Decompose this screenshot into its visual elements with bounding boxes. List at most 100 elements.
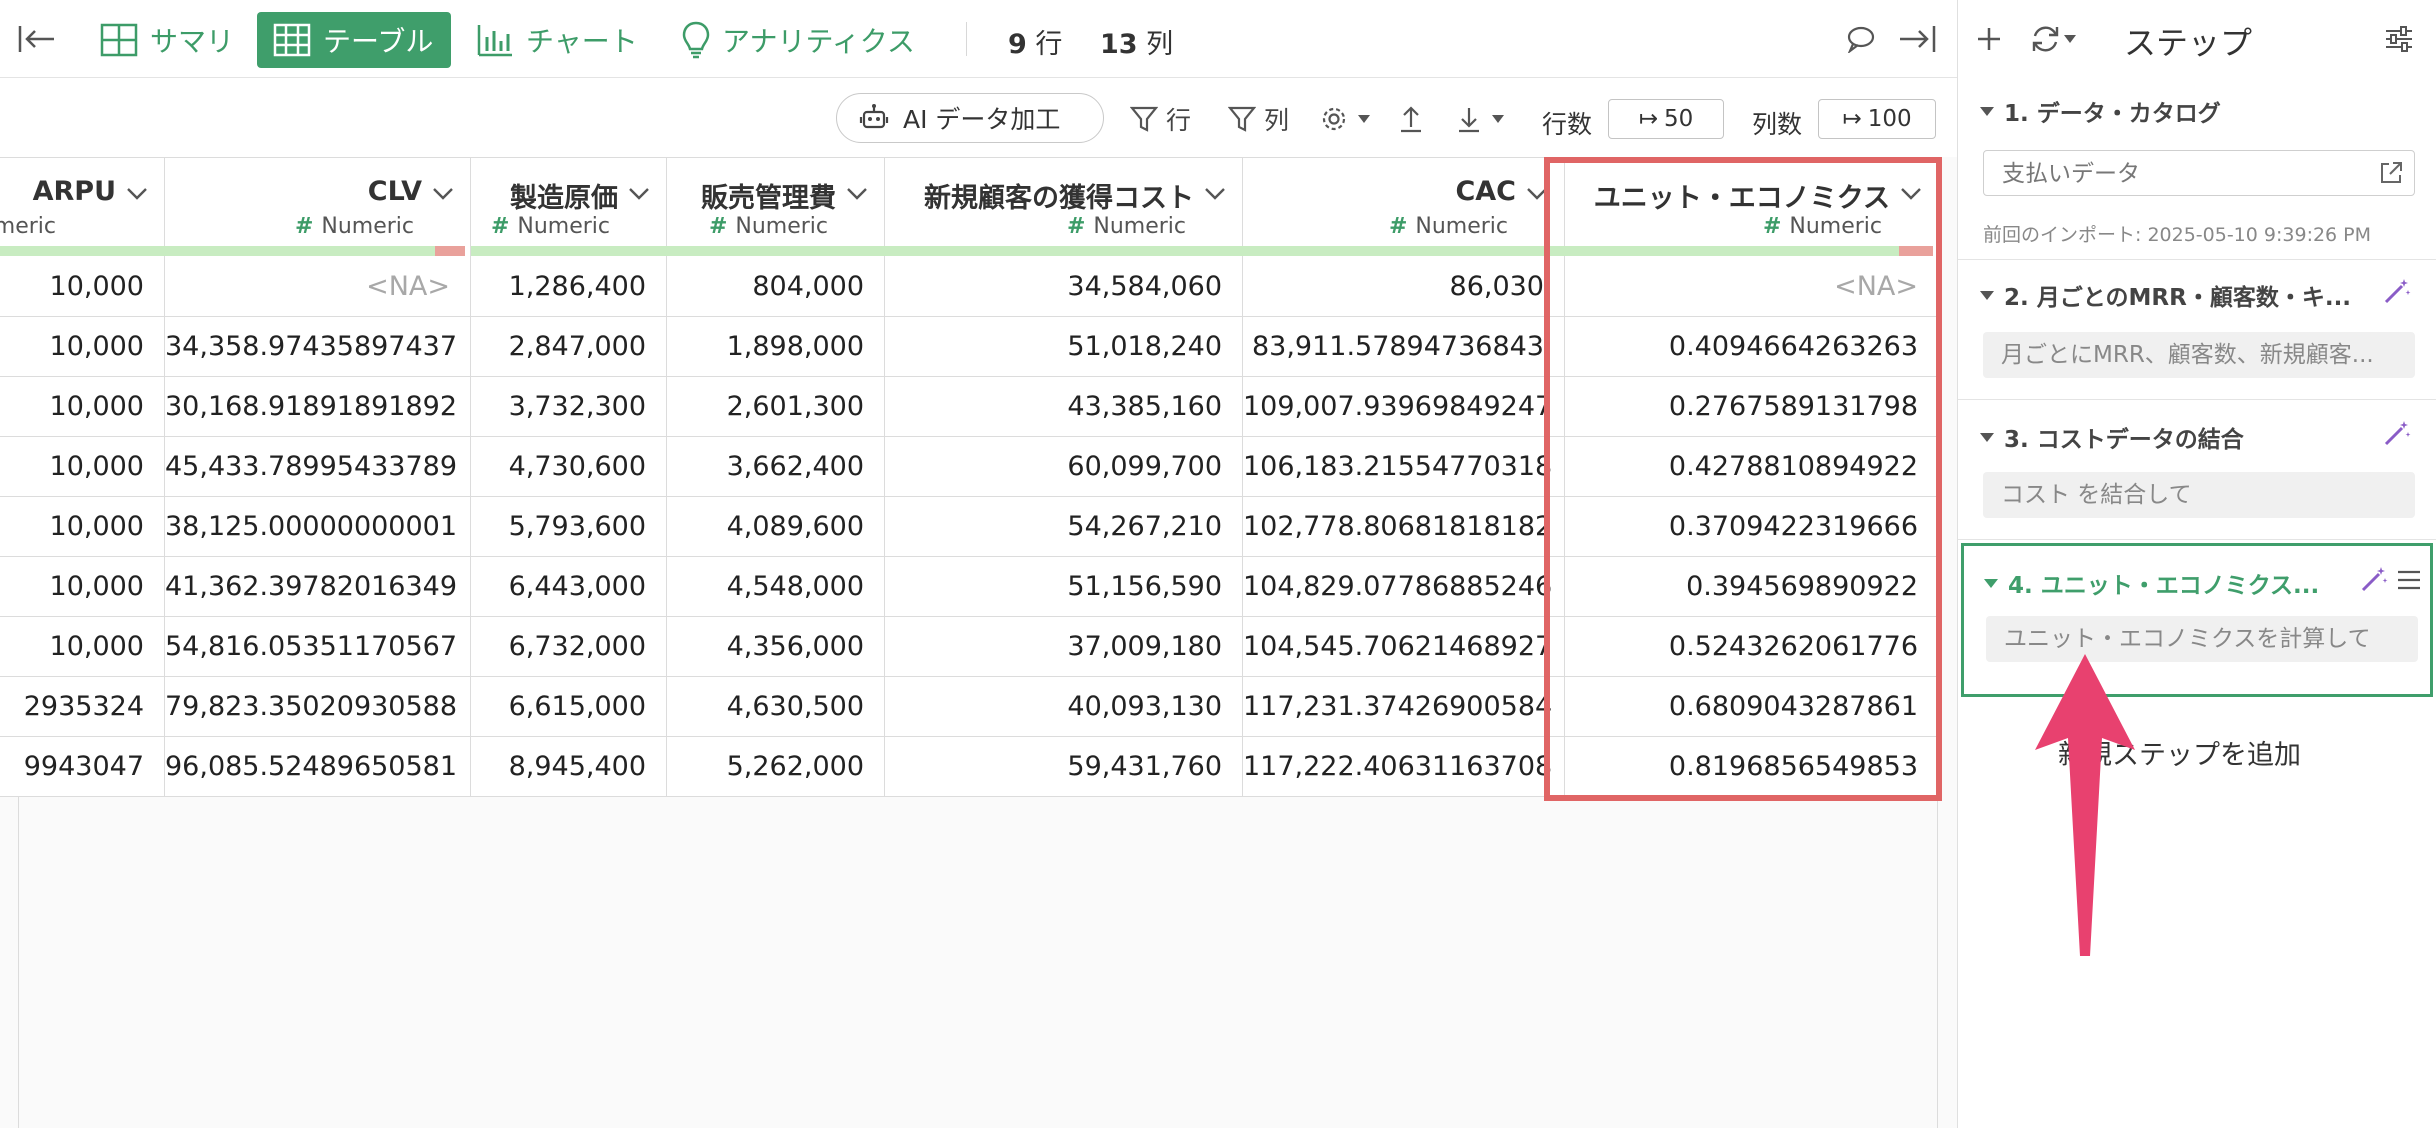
- table-cell[interactable]: 30,168.91891891892: [165, 377, 471, 437]
- collapse-left-icon[interactable]: [16, 18, 58, 60]
- table-cell[interactable]: 34,584,060: [885, 257, 1243, 317]
- chevron-down-icon[interactable]: [430, 180, 456, 206]
- download-dropdown[interactable]: [1456, 101, 1506, 137]
- table-cell[interactable]: 96,085.52489650581: [165, 737, 471, 797]
- table-cell[interactable]: 5,793,600: [471, 497, 667, 557]
- table-cell[interactable]: 4,630,500: [667, 677, 885, 737]
- column-filter-button[interactable]: 列: [1228, 101, 1289, 137]
- ai-data-wrangling-button[interactable]: AI データ加工: [836, 93, 1104, 143]
- table-cell[interactable]: 45,433.78995433789: [165, 437, 471, 497]
- column-header[interactable]: 製造原価 # Numeric: [471, 157, 667, 257]
- table-cell[interactable]: 59,431,760: [885, 737, 1243, 797]
- tab-summary[interactable]: サマリ: [84, 12, 250, 68]
- step-1-source-field[interactable]: 支払いデータ: [1983, 150, 2415, 196]
- table-cell[interactable]: 109,007.93969849247: [1243, 377, 1565, 437]
- table-cell[interactable]: 4,356,000: [667, 617, 885, 677]
- table-cell[interactable]: <NA>: [165, 257, 471, 317]
- table-cell[interactable]: 2935324: [0, 677, 165, 737]
- table-cell[interactable]: 0.5243262061776: [1565, 617, 1939, 677]
- table-cell[interactable]: 86,030: [1243, 257, 1565, 317]
- table-cell[interactable]: 4,548,000: [667, 557, 885, 617]
- table-cell[interactable]: 10,000: [0, 557, 165, 617]
- table-cell[interactable]: 6,732,000: [471, 617, 667, 677]
- table-cell[interactable]: 60,099,700: [885, 437, 1243, 497]
- table-cell[interactable]: 3,732,300: [471, 377, 667, 437]
- table-cell[interactable]: 0.8196856549853: [1565, 737, 1939, 797]
- table-cell[interactable]: 102,778.80681818182: [1243, 497, 1565, 557]
- table-cell[interactable]: 104,545.70621468927: [1243, 617, 1565, 677]
- table-cell[interactable]: 8,945,400: [471, 737, 667, 797]
- table-cell[interactable]: 0.2767589131798: [1565, 377, 1939, 437]
- table-cell[interactable]: 0.4094664263263: [1565, 317, 1939, 377]
- column-header[interactable]: 新規顧客の獲得コスト # Numeric: [885, 157, 1243, 257]
- table-cell[interactable]: <NA>: [1565, 257, 1939, 317]
- row-filter-button[interactable]: 行: [1130, 101, 1191, 137]
- table-cell[interactable]: 0.394569890922: [1565, 557, 1939, 617]
- table-cell[interactable]: 10,000: [0, 437, 165, 497]
- table-cell[interactable]: 6,615,000: [471, 677, 667, 737]
- table-cell[interactable]: 5,262,000: [667, 737, 885, 797]
- table-cell[interactable]: 10,000: [0, 497, 165, 557]
- table-cell[interactable]: 0.3709422319666: [1565, 497, 1939, 557]
- table-cell[interactable]: 104,829.07786885246: [1243, 557, 1565, 617]
- step-2[interactable]: 2. 月ごとのMRR・顧客数・キ... 月ごとにMRR、顧客数、新規顧客...: [1958, 260, 2436, 400]
- table-cell[interactable]: 106,183.21554770318: [1243, 437, 1565, 497]
- tab-analytics[interactable]: アナリティクス: [666, 12, 931, 68]
- table-cell[interactable]: 83,911.57894736843: [1243, 317, 1565, 377]
- chevron-down-icon[interactable]: [124, 180, 150, 206]
- table-cell[interactable]: 54,267,210: [885, 497, 1243, 557]
- column-header[interactable]: CLV # Numeric: [165, 157, 471, 257]
- table-cell[interactable]: 4,730,600: [471, 437, 667, 497]
- table-cell[interactable]: 804,000: [667, 257, 885, 317]
- chevron-down-icon[interactable]: [844, 180, 870, 206]
- table-cell[interactable]: 41,362.39782016349: [165, 557, 471, 617]
- table-cell[interactable]: 2,847,000: [471, 317, 667, 377]
- column-header[interactable]: CAC # Numeric: [1243, 157, 1565, 257]
- chevron-down-icon[interactable]: [1524, 180, 1550, 206]
- table-cell[interactable]: 54,816.05351170567: [165, 617, 471, 677]
- chevron-down-icon[interactable]: [1202, 180, 1228, 206]
- table-cell[interactable]: 0.6809043287861: [1565, 677, 1939, 737]
- table-cell[interactable]: 51,018,240: [885, 317, 1243, 377]
- data-table[interactable]: ARPU#Numeric10,00010,00010,00010,00010,0…: [0, 157, 1939, 1128]
- table-cell[interactable]: 40,093,130: [885, 677, 1243, 737]
- export-button[interactable]: [1398, 101, 1424, 137]
- step-menu-icon[interactable]: [2396, 568, 2422, 592]
- table-cell[interactable]: 117,231.37426900584: [1243, 677, 1565, 737]
- collapse-right-icon[interactable]: [1896, 18, 1938, 60]
- add-icon[interactable]: [1968, 18, 2010, 60]
- refresh-dropdown[interactable]: [2024, 18, 2084, 60]
- table-cell[interactable]: 37,009,180: [885, 617, 1243, 677]
- table-cell[interactable]: 43,385,160: [885, 377, 1243, 437]
- table-cell[interactable]: 9943047: [0, 737, 165, 797]
- comment-icon[interactable]: [1840, 18, 1882, 60]
- table-cell[interactable]: 10,000: [0, 377, 165, 437]
- chevron-down-icon[interactable]: [626, 180, 652, 206]
- column-header[interactable]: 販売管理費 # Numeric: [667, 157, 885, 257]
- table-cell[interactable]: 10,000: [0, 257, 165, 317]
- magic-wand-icon[interactable]: [2359, 564, 2389, 594]
- row-limit-input[interactable]: ↦ 50: [1608, 99, 1724, 139]
- table-cell[interactable]: 38,125.00000000001: [165, 497, 471, 557]
- table-cell[interactable]: 10,000: [0, 617, 165, 677]
- table-cell[interactable]: 79,823.35020930588: [165, 677, 471, 737]
- table-cell[interactable]: 1,898,000: [667, 317, 885, 377]
- step-2-title[interactable]: 2. 月ごとのMRR・顧客数・キ...: [1980, 278, 2351, 312]
- table-cell[interactable]: 4,089,600: [667, 497, 885, 557]
- table-cell[interactable]: 6,443,000: [471, 557, 667, 617]
- external-link-icon[interactable]: [2378, 160, 2404, 190]
- table-cell[interactable]: 2,601,300: [667, 377, 885, 437]
- table-cell[interactable]: 0.4278810894922: [1565, 437, 1939, 497]
- table-cell[interactable]: 51,156,590: [885, 557, 1243, 617]
- step-1-title[interactable]: 1. データ・カタログ: [1980, 94, 2221, 128]
- magic-wand-icon[interactable]: [2382, 276, 2412, 306]
- step-3-title[interactable]: 3. コストデータの結合: [1980, 420, 2244, 454]
- tab-chart[interactable]: チャート: [460, 12, 654, 68]
- table-cell[interactable]: 117,222.40631163708: [1243, 737, 1565, 797]
- column-header[interactable]: ユニット・エコノミクス # Numeric: [1565, 157, 1939, 257]
- magic-wand-icon[interactable]: [2382, 418, 2412, 448]
- step-3[interactable]: 3. コストデータの結合 コスト を結合して: [1958, 400, 2436, 540]
- table-cell[interactable]: 10,000: [0, 317, 165, 377]
- step-4-title[interactable]: 4. ユニット・エコノミクス...: [1984, 566, 2319, 600]
- column-limit-input[interactable]: ↦ 100: [1818, 99, 1936, 139]
